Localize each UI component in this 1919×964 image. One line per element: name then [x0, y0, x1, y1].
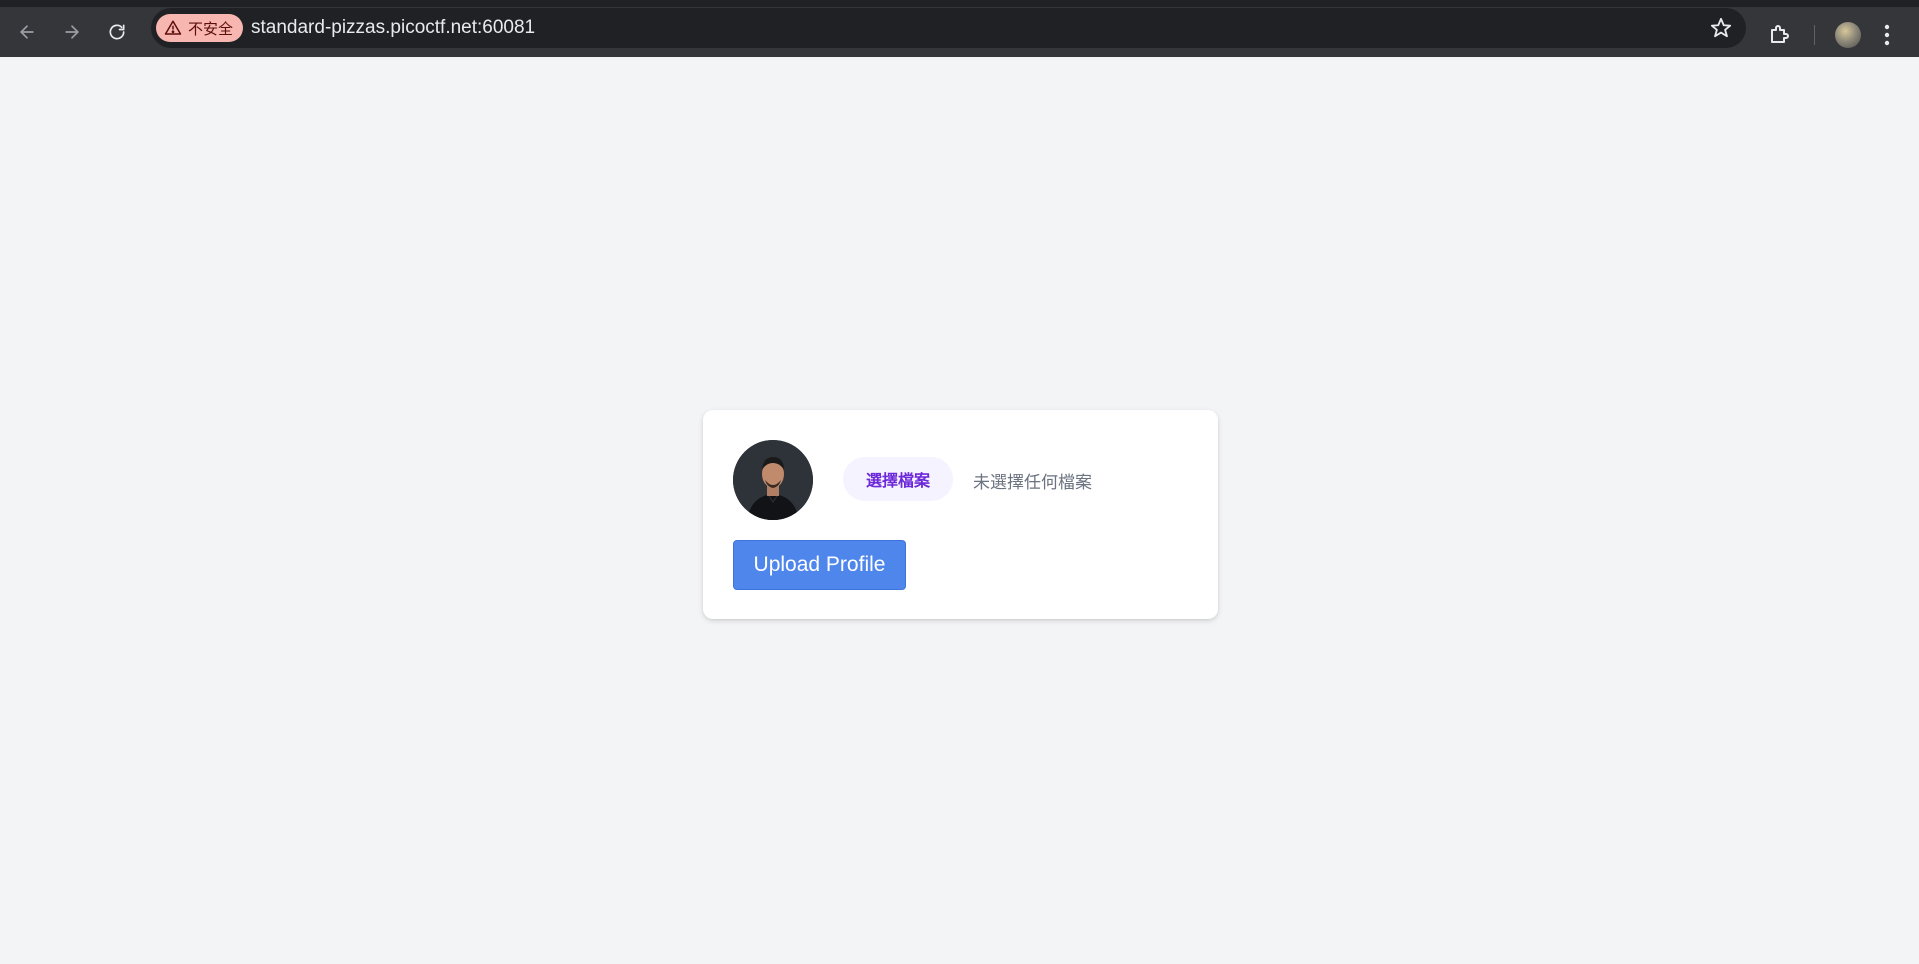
puzzle-icon[interactable]: [1768, 22, 1792, 46]
security-indicator[interactable]: 不安全: [156, 14, 244, 42]
choose-file-button[interactable]: 選擇檔案: [843, 457, 953, 501]
warning-triangle-icon: [164, 20, 182, 35]
forward-button[interactable]: [56, 16, 88, 48]
forward-arrow-icon: [65, 25, 79, 39]
profile-picture: [733, 440, 813, 520]
toolbar-divider: [1814, 25, 1815, 45]
reload-icon: [109, 24, 125, 40]
upload-profile-button[interactable]: Upload Profile: [733, 540, 906, 590]
back-button[interactable]: [11, 16, 43, 48]
file-status-text: 未選擇任何檔案: [973, 473, 1092, 493]
person-photo-icon: [733, 440, 813, 520]
kebab-menu-icon[interactable]: [1884, 22, 1890, 48]
avatar[interactable]: [1835, 22, 1861, 48]
back-arrow-icon: [20, 25, 34, 39]
reload-button[interactable]: [101, 16, 133, 48]
security-label: 不安全: [188, 19, 234, 38]
star-icon[interactable]: [1710, 17, 1732, 39]
address-bar[interactable]: 不安全 standard-pizzas.picoctf.net:60081: [151, 8, 1746, 48]
upload-card: 選擇檔案 未選擇任何檔案 Upload Profile: [703, 410, 1218, 619]
browser-toolbar: 不安全 standard-pizzas.picoctf.net:60081: [0, 0, 1919, 57]
url-text[interactable]: standard-pizzas.picoctf.net:60081: [251, 17, 535, 39]
